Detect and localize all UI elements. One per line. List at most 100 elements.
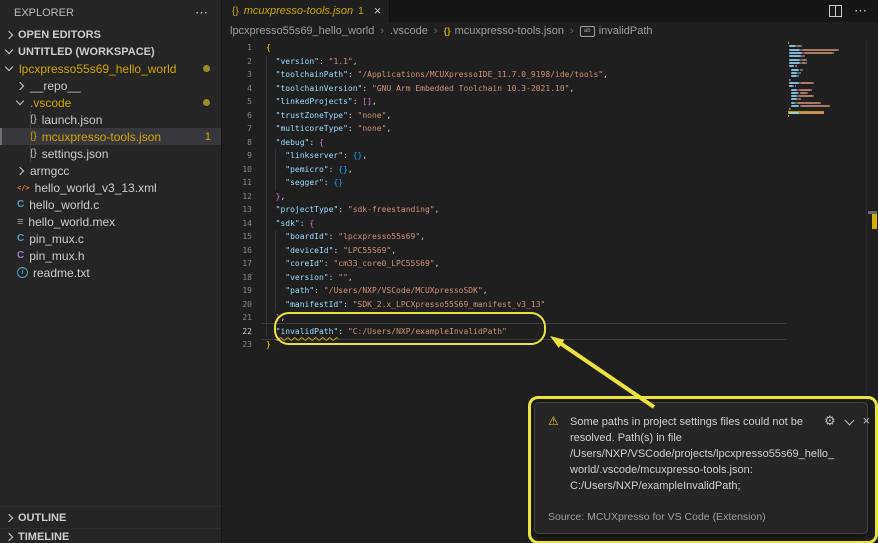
breadcrumb-item--vscode[interactable]: .vscode <box>390 25 428 37</box>
section-workspace[interactable]: UNTITLED (WORKSPACE) <box>0 43 221 60</box>
code-editor[interactable]: 1{2 "version": "1.1",3 "toolchainPath": … <box>222 41 608 352</box>
chevron-down-icon <box>5 46 13 54</box>
explorer-more-actions-icon[interactable]: ⋯ <box>195 5 209 21</box>
breadcrumb-item-lpcxpresso55s69-hello-world[interactable]: lpcxpresso55s69_hello_world <box>230 25 374 37</box>
code-line-20: 20 "manifestId": "SDK_2.x_LPCXpresso55S6… <box>222 298 608 312</box>
tab-mcuxpresso-tools-json[interactable]: {} mcuxpresso-tools.json 1 × <box>222 0 390 22</box>
more-actions-icon[interactable]: ⋯ <box>854 3 868 19</box>
code-line-16: 16 "deviceId": "LPC55S69", <box>222 244 608 258</box>
tab-label: mcuxpresso-tools.json <box>244 5 353 17</box>
code-line-2: 2 "version": "1.1", <box>222 55 608 69</box>
tree-item-readme-txt[interactable]: ireadme.txt <box>0 264 221 281</box>
problem-count-badge: 1 <box>205 131 211 143</box>
tree-item--repo-[interactable]: __repo__ <box>0 77 221 94</box>
tree-item-label: lpcxpresso55s69_hello_world <box>19 62 176 76</box>
line-number: 7 <box>222 122 252 136</box>
explorer-header: EXPLORER ⋯ <box>0 0 221 26</box>
tree-item-label: readme.txt <box>33 266 90 280</box>
outline-label: OUTLINE <box>18 512 66 524</box>
breadcrumb-separator-icon: › <box>570 25 574 37</box>
code-line-14: 14 "sdk": { <box>222 217 608 231</box>
breadcrumb-item-invalidpath[interactable]: abinvalidPath <box>580 25 653 37</box>
tree-item-settings-json[interactable]: {}settings.json <box>0 145 221 162</box>
vscode-window: EXPLORER ⋯ OPEN EDITORS UNTITLED (WORKSP… <box>0 0 878 543</box>
line-number: 14 <box>222 217 252 231</box>
line-number: 11 <box>222 176 252 190</box>
tree-item-label: __repo__ <box>30 79 81 93</box>
warning-ruler-mark <box>872 214 877 229</box>
code-line-4: 4 "toolchainVersion": "GNU Arm Embedded … <box>222 82 608 96</box>
tree-item-mcuxpresso-tools-json[interactable]: {} mcuxpresso-tools.json 1 <box>0 128 221 145</box>
close-icon[interactable]: × <box>863 414 871 427</box>
json-icon: {} <box>232 6 239 17</box>
code-line-21: 21 }, <box>222 311 608 325</box>
line-number: 9 <box>222 149 252 163</box>
breadcrumb-item-mcuxpresso-tools-json[interactable]: {} mcuxpresso-tools.json <box>444 25 564 37</box>
tree-item-hello-world-mex[interactable]: ≡ hello_world.mex <box>0 213 221 230</box>
warning-icon: ⚠ <box>548 414 570 494</box>
breadcrumb-separator-icon: › <box>434 25 438 37</box>
line-number: 16 <box>222 244 252 258</box>
code-line-23: 23} <box>222 338 608 352</box>
line-number: 5 <box>222 95 252 109</box>
line-number: 18 <box>222 271 252 285</box>
modified-dot-badge <box>203 65 210 72</box>
code-line-18: 18 "version": "", <box>222 271 608 285</box>
code-line-12: 12 }, <box>222 190 608 204</box>
line-number: 6 <box>222 109 252 123</box>
selected-row-indicator <box>0 128 2 145</box>
line-number: 4 <box>222 82 252 96</box>
tree-item-launch-json[interactable]: {}launch.json <box>0 111 221 128</box>
section-outline[interactable]: OUTLINE <box>0 506 221 529</box>
breadcrumb: lpcxpresso55s69_hello_world › .vscode › {} mc… <box>230 22 653 40</box>
line-number: 19 <box>222 284 252 298</box>
code-line-11: 11 "segger": {} <box>222 176 608 190</box>
split-editor-icon[interactable] <box>829 5 842 17</box>
tree-item-label: hello_world.mex <box>28 215 115 229</box>
chevron-down-icon <box>5 63 13 71</box>
line-number: 17 <box>222 257 252 271</box>
tree-item-label: hello_world_v3_13.xml <box>35 181 157 195</box>
tree-item-armgcc[interactable]: armgcc <box>0 162 221 179</box>
explorer-sidebar: EXPLORER ⋯ OPEN EDITORS UNTITLED (WORKSP… <box>0 0 222 543</box>
code-line-5: 5 "linkedProjects": [], <box>222 95 608 109</box>
breadcrumb-label: lpcxpresso55s69_hello_world <box>230 25 374 37</box>
tree-item-label: armgcc <box>30 164 69 178</box>
explorer-title: EXPLORER <box>14 7 74 19</box>
gear-icon[interactable]: ⚙ <box>824 414 836 428</box>
xml-file-icon: </> <box>17 184 30 192</box>
line-number: 15 <box>222 230 252 244</box>
json-file-icon: {} <box>30 131 37 142</box>
chevron-right-icon <box>16 166 24 174</box>
editor-actions: ⋯ <box>829 0 868 22</box>
open-editors-label: OPEN EDITORS <box>18 29 101 41</box>
tab-problem-badge: 1 <box>358 6 364 17</box>
mex-file-icon: ≡ <box>17 216 23 228</box>
tree-item-label: pin_mux.c <box>29 232 84 246</box>
line-number: 23 <box>222 338 252 352</box>
tree-item-label: pin_mux.h <box>29 249 84 263</box>
tree-item-pin-mux-c[interactable]: Cpin_mux.c <box>0 230 221 247</box>
section-timeline[interactable]: TIMELINE <box>0 528 221 543</box>
chevron-down-icon <box>16 97 24 105</box>
tree-item-hello-world-v3-13-xml[interactable]: </> hello_world_v3_13.xml <box>0 179 221 196</box>
notification-toast: ⚠ Some paths in project settings files c… <box>534 402 868 534</box>
chevron-right-icon <box>5 514 13 522</box>
breadcrumb-label: mcuxpresso-tools.json <box>455 25 564 37</box>
tree-item-label: mcuxpresso-tools.json <box>42 130 161 144</box>
minimap[interactable] <box>788 42 860 122</box>
close-icon[interactable]: × <box>374 6 382 16</box>
json-icon: {} <box>444 26 451 36</box>
section-open-editors[interactable]: OPEN EDITORS <box>0 26 221 43</box>
chevron-down-icon[interactable] <box>844 416 854 426</box>
c-file-icon: C <box>17 233 24 244</box>
c-file-icon: C <box>17 199 24 210</box>
tree-item--vscode[interactable]: .vscode <box>0 94 221 111</box>
workspace-label: UNTITLED (WORKSPACE) <box>18 46 155 58</box>
tree-item-lpcxpresso55s69-hello-world[interactable]: lpcxpresso55s69_hello_world <box>0 60 221 77</box>
code-line-3: 3 "toolchainPath": "/Applications/MCUXpr… <box>222 68 608 82</box>
code-line-15: 15 "boardId": "lpcxpresso55s69", <box>222 230 608 244</box>
file-tree: lpcxpresso55s69_hello_world __repo__.vsco… <box>0 60 221 281</box>
tree-item-pin-mux-h[interactable]: Cpin_mux.h <box>0 247 221 264</box>
tree-item-hello-world-c[interactable]: Chello_world.c <box>0 196 221 213</box>
